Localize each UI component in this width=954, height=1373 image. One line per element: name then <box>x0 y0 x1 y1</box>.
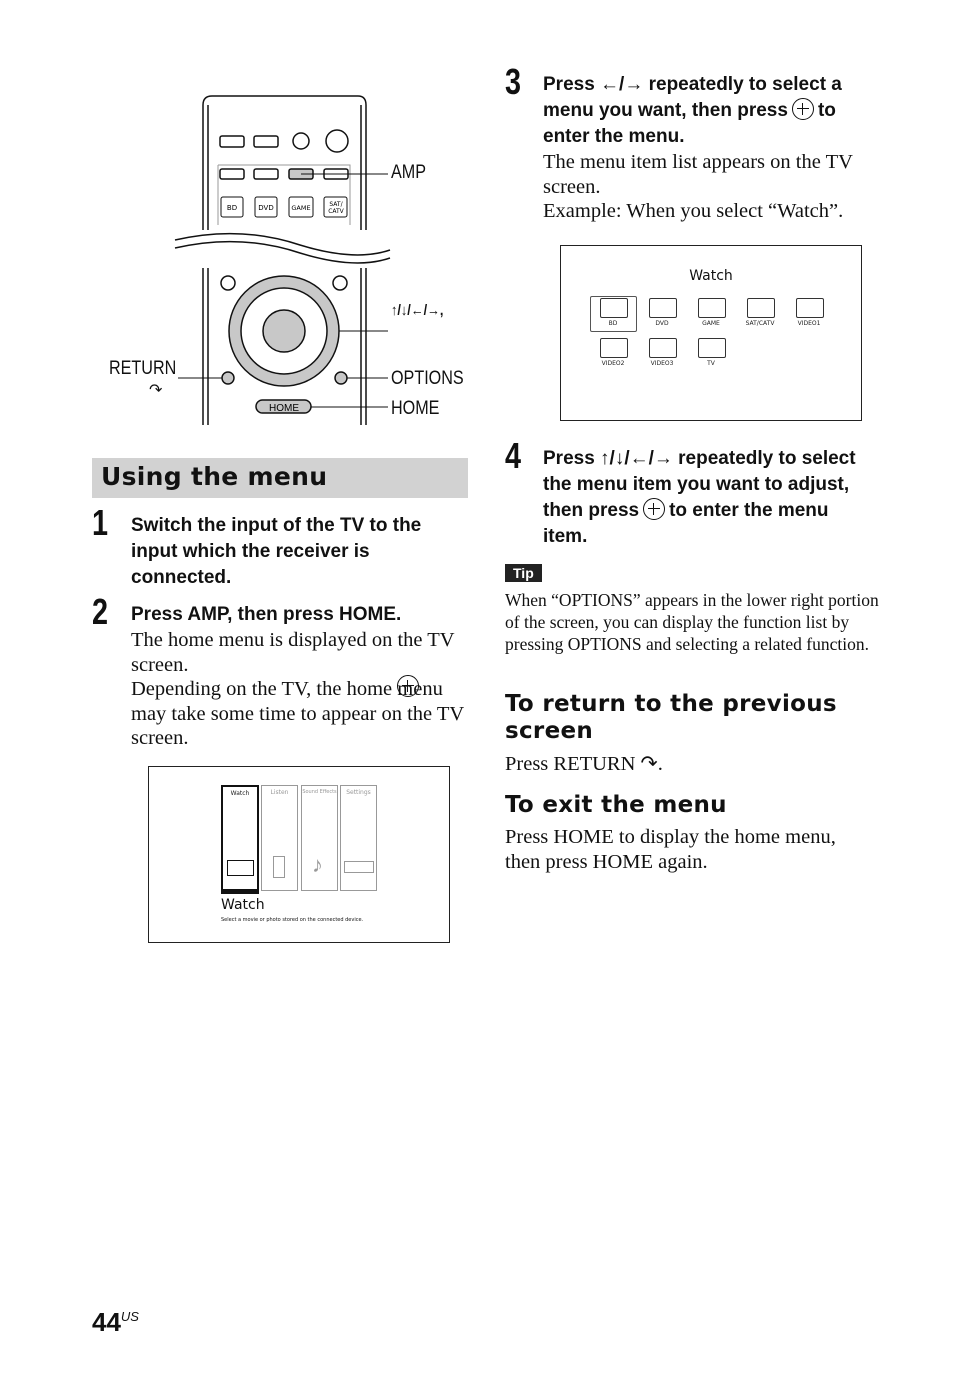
step-heading: Switch the input of the TV to the input … <box>131 515 422 588</box>
watch-item-label: VIDEO2 <box>601 360 625 367</box>
step-number: 3 <box>505 61 522 102</box>
tv-icon <box>698 338 726 358</box>
watch-item-label: BD <box>608 320 618 327</box>
video1-icon <box>796 298 824 318</box>
step-heading: Press AMP, then press HOME. <box>131 604 402 625</box>
enter-icon <box>643 498 666 520</box>
return-section-text: Press RETURN ↷. <box>505 753 663 775</box>
svg-text:GAME: GAME <box>291 204 310 212</box>
receiver-icon <box>344 861 374 873</box>
svg-text:CATV: CATV <box>328 208 344 215</box>
sat-catv-icon <box>747 298 775 318</box>
step-body: Depending on the TV, the home menu may t… <box>131 678 464 749</box>
step-number: 1 <box>92 502 109 543</box>
watch-item-label: VIDEO3 <box>650 360 674 367</box>
watch-screen-title: Watch <box>689 268 733 284</box>
step-body: The menu item list appears on the TV scr… <box>543 151 853 198</box>
watch-item-label: TV <box>707 360 715 367</box>
step-2: Press AMP, then press HOME. The home men… <box>131 602 466 751</box>
remote-illustration: BD DVD GAME SAT/ CATV HOME AMP ↑/↓/←/→, … <box>100 90 470 697</box>
watch-item-label: GAME <box>702 320 720 327</box>
home-screen-description: Select a movie or photo stored on the co… <box>221 917 364 923</box>
callout-amp: AMP <box>391 162 427 183</box>
watch-item-label: DVD <box>655 320 669 327</box>
callout-return: RETURN <box>109 358 177 379</box>
exit-section-text: Press HOME to display the home menu, the… <box>505 826 836 873</box>
watch-item-label: SAT/CATV <box>745 320 775 327</box>
game-icon <box>698 298 726 318</box>
tv-icon <box>227 860 254 876</box>
home-menu-screen: Watch Listen Sound Effects ♪ Settings Wa… <box>148 766 450 943</box>
menu-tab-listen: Listen <box>261 785 298 891</box>
menu-tab-sound-effects: Sound Effects ♪ <box>301 785 338 891</box>
video3-icon <box>649 338 677 358</box>
step-number: 2 <box>92 591 109 632</box>
home-screen-title: Watch <box>221 897 265 913</box>
video2-icon <box>600 338 628 358</box>
bd-icon <box>600 298 628 318</box>
return-section-title: To return to the previous screen <box>505 691 837 744</box>
callout-home: HOME <box>391 398 440 419</box>
section-bar: Using the menu <box>92 458 468 498</box>
enter-icon <box>791 98 814 120</box>
tip-text: When “OPTIONS” appears in the lower righ… <box>505 590 879 654</box>
watch-item-label: VIDEO1 <box>797 320 821 327</box>
svg-text:BD: BD <box>227 204 237 212</box>
speaker-icon <box>273 856 285 878</box>
step-body: Example: When you select “Watch”. <box>543 200 844 222</box>
step-3: Press ←/→ repeatedly to select a menu yo… <box>543 72 878 224</box>
exit-section-title: To exit the menu <box>505 792 727 818</box>
svg-text:HOME: HOME <box>269 403 299 414</box>
svg-text:SAT/: SAT/ <box>329 201 343 208</box>
svg-text:DVD: DVD <box>258 204 273 212</box>
watch-menu-screen: Watch BD DVD GAME SAT/CATV VIDEO1 VIDEO2 VIDEO… <box>560 245 862 421</box>
tip-badge: Tip <box>505 564 542 582</box>
section-title: Using the menu <box>101 462 328 491</box>
menu-tab-settings: Settings <box>340 785 377 891</box>
music-note-icon: ♪ <box>312 852 323 877</box>
dvd-icon <box>649 298 677 318</box>
return-icon: ↷ <box>640 753 658 775</box>
callout-options: OPTIONS <box>391 368 464 389</box>
page-number: 44US <box>92 1307 139 1337</box>
return-icon: ↷ <box>149 382 163 399</box>
step-number: 4 <box>505 435 522 476</box>
menu-tab-watch: Watch <box>221 785 259 894</box>
callout-arrows: ↑/↓/←/→, <box>391 302 444 319</box>
step-body: The home menu is displayed on the TV scr… <box>131 629 455 676</box>
